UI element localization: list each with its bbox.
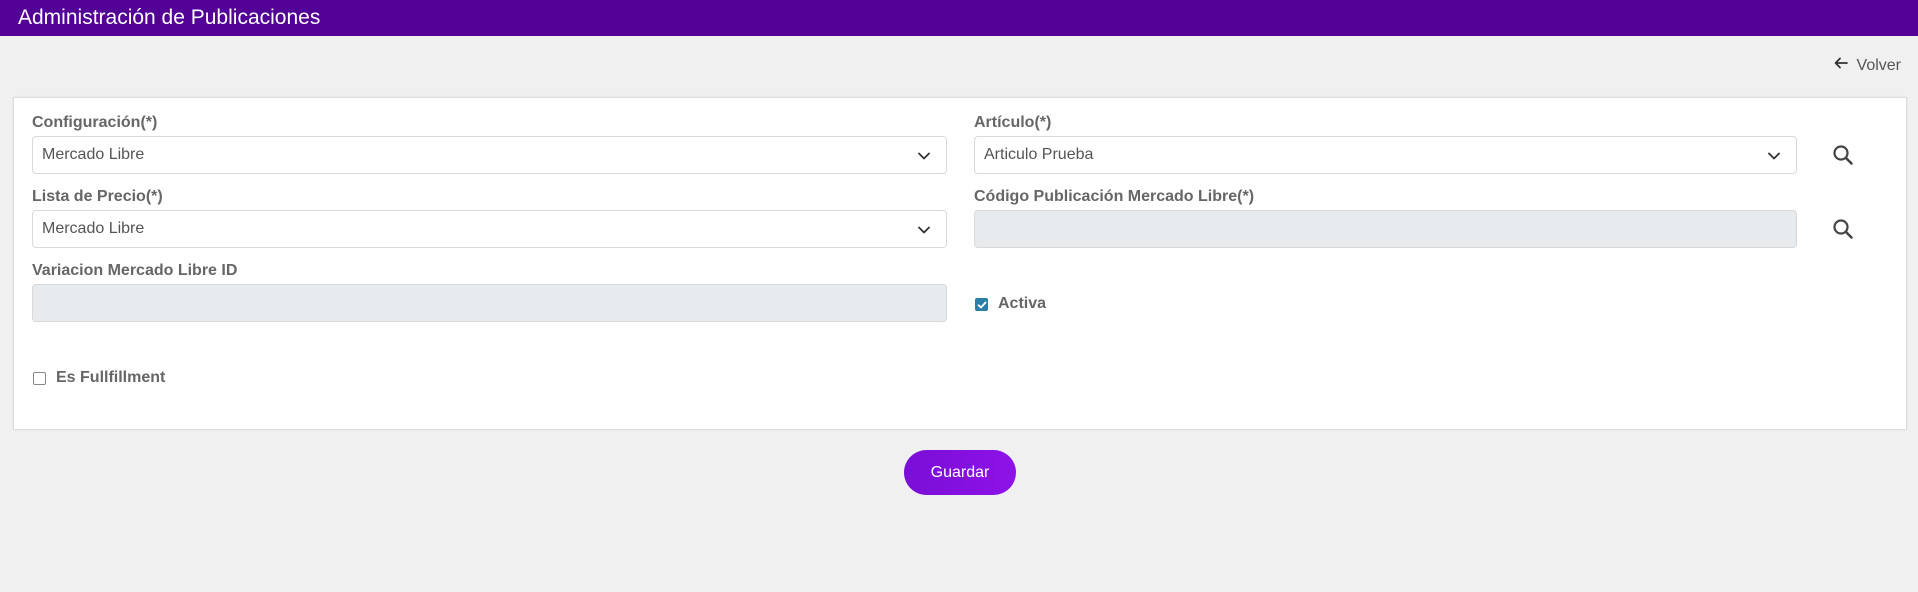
header-bar: Administración de Publicaciones (0, 0, 1918, 36)
lista-precio-label: Lista de Precio(*) (32, 188, 163, 205)
codigo-publicacion-label: Código Publicación Mercado Libre(*) (974, 188, 1255, 205)
articulo-select[interactable]: Articulo Prueba (974, 136, 1797, 174)
form-card: Configuración(*) Mercado Libre Artículo(… (13, 97, 1907, 430)
articulo-value: Articulo Prueba (984, 146, 1094, 163)
chevron-down-icon (918, 226, 930, 234)
chevron-down-icon (1768, 152, 1780, 160)
search-publicacion-button[interactable] (1832, 218, 1854, 240)
back-label: Volver (1856, 56, 1901, 74)
activa-label: Activa (998, 295, 1047, 312)
articulo-label: Artículo(*) (974, 114, 1052, 131)
activa-checkbox[interactable] (975, 298, 988, 311)
configuracion-label: Configuración(*) (32, 114, 158, 131)
lista-precio-select[interactable]: Mercado Libre (32, 210, 947, 248)
configuracion-value: Mercado Libre (42, 146, 145, 163)
variacion-id-input[interactable] (32, 284, 947, 322)
fullfillment-label: Es Fullfillment (56, 369, 166, 386)
back-link[interactable]: Volver (1833, 55, 1901, 76)
check-icon (977, 301, 987, 309)
configuracion-select[interactable]: Mercado Libre (32, 136, 947, 174)
codigo-publicacion-input[interactable] (974, 210, 1797, 248)
page-title: Administración de Publicaciones (18, 6, 321, 29)
arrow-left-icon (1833, 55, 1849, 76)
fullfillment-checkbox[interactable] (33, 372, 46, 385)
search-articulo-button[interactable] (1832, 144, 1854, 166)
search-icon (1833, 219, 1853, 239)
variacion-id-label: Variacion Mercado Libre ID (32, 262, 238, 279)
search-icon (1833, 145, 1853, 165)
lista-precio-value: Mercado Libre (42, 220, 145, 237)
chevron-down-icon (918, 152, 930, 160)
save-button[interactable]: Guardar (904, 450, 1016, 495)
